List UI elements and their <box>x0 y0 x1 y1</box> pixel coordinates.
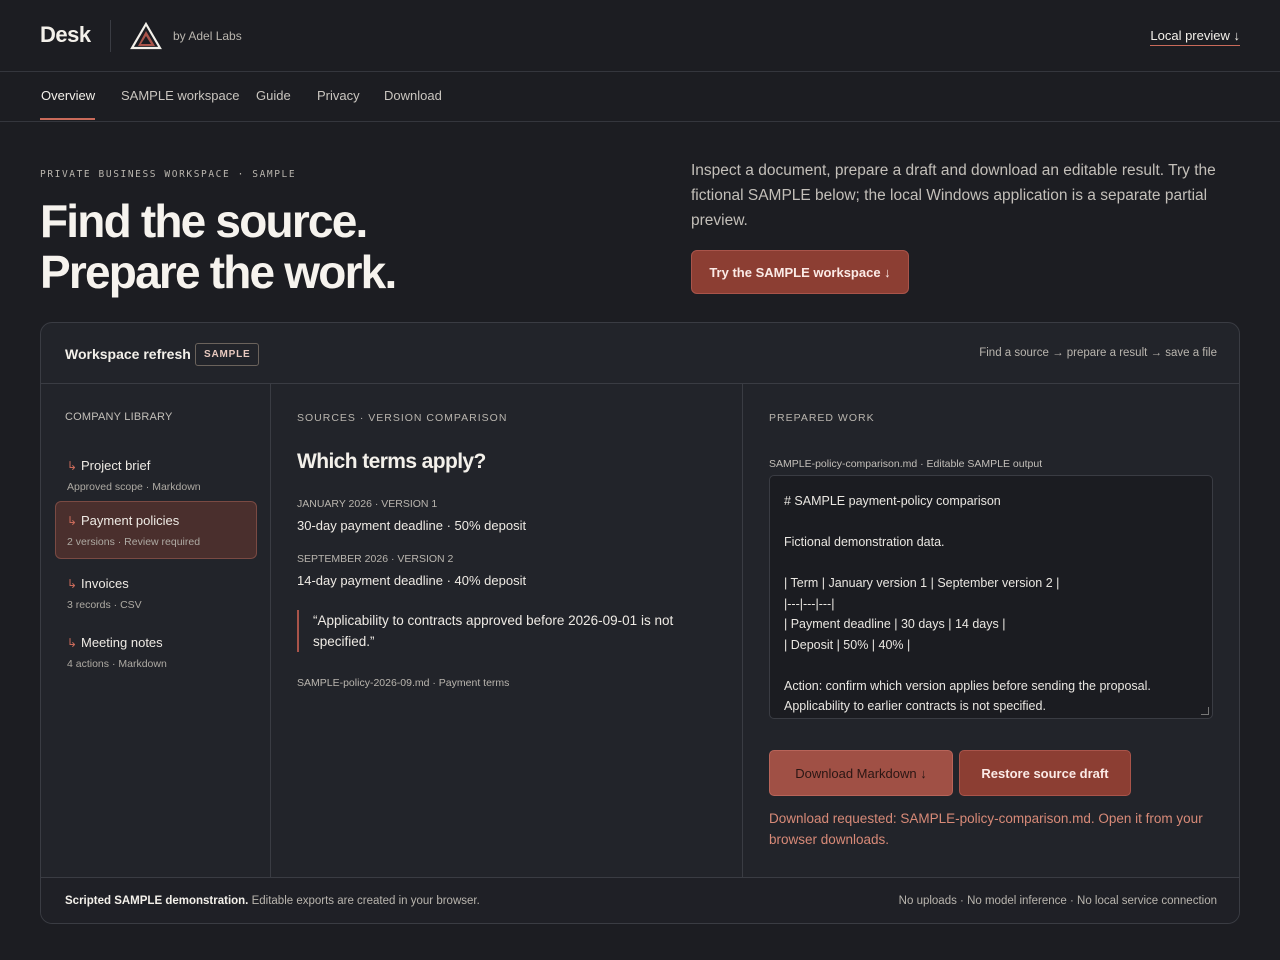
version-2-text: 14-day payment deadline · 40% deposit <box>297 573 527 588</box>
sources-label: SOURCES · VERSION COMPARISON <box>297 412 508 424</box>
nav-overview[interactable]: Overview <box>41 88 95 103</box>
applicability-quote: “Applicability to contracts approved bef… <box>297 610 717 652</box>
library-item-meta: 2 versions · Review required <box>67 536 201 548</box>
library-item-meeting-notes[interactable]: ↳ Meeting notes 4 actions · Markdown <box>55 623 257 681</box>
workspace-header: Workspace refresh SAMPLE Find a source →… <box>41 323 1239 384</box>
local-preview-link[interactable]: Local preview ↓ <box>1150 28 1240 46</box>
workspace-title: Workspace refresh <box>65 346 191 362</box>
hero-description: Inspect a document, prepare a draft and … <box>691 162 1216 229</box>
editor-line: | Deposit | 50% | 40% | <box>784 637 911 652</box>
library-item-name: Payment policies <box>81 513 180 528</box>
footer-note-rest: Editable exports are created in your bro… <box>248 895 480 907</box>
editor-line: Fictional demonstration data. <box>784 535 945 549</box>
library-item-project-brief[interactable]: ↳ Project brief Approved scope · Markdow… <box>55 446 257 504</box>
editor-line: # SAMPLE payment-policy comparison <box>784 494 1001 508</box>
version-2-label: SEPTEMBER 2026 · VERSION 2 <box>297 553 454 565</box>
hero-title: Find the source. Prepare the work. <box>40 195 397 298</box>
subitem-arrow-icon: ↳ <box>67 636 78 650</box>
version-1-text: 30-day payment deadline · 50% deposit <box>297 518 527 533</box>
prepared-work-column: PREPARED WORK SAMPLE-policy-comparison.m… <box>743 384 1239 877</box>
library-item-meta: 4 actions · Markdown <box>67 658 167 670</box>
library-item-meta: 3 records · CSV <box>67 599 142 611</box>
source-file-reference: SAMPLE-policy-2026-09.md · Payment terms <box>297 677 510 689</box>
library-item-name: Invoices <box>81 576 129 591</box>
download-markdown-button[interactable]: Download Markdown ↓ <box>769 750 953 796</box>
sample-badge: SAMPLE <box>195 343 260 366</box>
nav-guide[interactable]: Guide <box>256 88 291 103</box>
hero-title-line-2: Prepare the work. <box>40 246 397 298</box>
footer-note-bold: Scripted SAMPLE demonstration. <box>65 895 249 907</box>
library-item-name: Meeting notes <box>81 635 163 650</box>
nav-active-indicator <box>40 118 95 120</box>
sources-column: SOURCES · VERSION COMPARISON Which terms… <box>271 384 743 877</box>
library-item-payment-policies[interactable]: ↳ Payment policies 2 versions · Review r… <box>55 501 257 559</box>
restore-source-draft-button[interactable]: Restore source draft <box>959 750 1131 796</box>
hero-title-line-1: Find the source. <box>40 195 368 247</box>
nav-download[interactable]: Download <box>384 88 442 103</box>
nav-sample-workspace[interactable]: SAMPLE workspace <box>121 88 240 103</box>
nav-privacy[interactable]: Privacy <box>317 88 360 103</box>
main-nav: Overview SAMPLE workspace Guide Privacy … <box>0 72 1280 122</box>
subitem-arrow-icon: ↳ <box>67 514 78 528</box>
workspace-footer: Scripted SAMPLE demonstration. Editable … <box>41 877 1239 923</box>
workspace-flow: Find a source → prepare a result → save … <box>979 347 1217 359</box>
subitem-arrow-icon: ↳ <box>67 577 78 591</box>
download-status: Download requested: SAMPLE-policy-compar… <box>769 811 1203 847</box>
company-library: COMPANY LIBRARY ↳ Project brief Approved… <box>41 384 271 877</box>
library-item-name: Project brief <box>81 458 151 473</box>
editor-line: Applicability to earlier contracts is no… <box>784 699 1046 713</box>
footer-privacy-note: No uploads · No model inference · No loc… <box>898 895 1217 907</box>
library-label: COMPANY LIBRARY <box>65 411 173 423</box>
top-bar: Desk by Adel Labs Local preview ↓ <box>0 0 1280 72</box>
adel-labs-logo-icon <box>130 22 162 50</box>
editor-line: | Term | January version 1 | September v… <box>784 576 1060 590</box>
prepared-work-label: PREPARED WORK <box>769 412 875 424</box>
editor-line: | Payment deadline | 30 days | 14 days | <box>784 617 1006 631</box>
brand-divider <box>110 20 111 52</box>
markdown-editor[interactable]: # SAMPLE payment-policy comparison Ficti… <box>769 475 1213 719</box>
brand-name[interactable]: Desk <box>40 22 91 48</box>
version-1-label: JANUARY 2026 · VERSION 1 <box>297 498 438 510</box>
footer-note: Scripted SAMPLE demonstration. Editable … <box>65 895 480 907</box>
output-file-label: SAMPLE-policy-comparison.md · Editable S… <box>769 458 1043 470</box>
library-item-invoices[interactable]: ↳ Invoices 3 records · CSV <box>55 564 257 622</box>
library-item-meta: Approved scope · Markdown <box>67 481 201 493</box>
sources-question: Which terms apply? <box>297 450 486 473</box>
try-sample-button[interactable]: Try the SAMPLE workspace ↓ <box>691 250 909 294</box>
subitem-arrow-icon: ↳ <box>67 459 78 473</box>
editor-line: Action: confirm which version applies be… <box>784 678 1151 693</box>
editor-line: |---|---|---| <box>784 596 835 611</box>
byline: by Adel Labs <box>173 29 242 43</box>
workspace-panel: Workspace refresh SAMPLE Find a source →… <box>40 322 1240 924</box>
hero-eyebrow: PRIVATE BUSINESS WORKSPACE · SAMPLE <box>40 169 297 180</box>
resize-handle-icon[interactable] <box>1201 707 1209 715</box>
